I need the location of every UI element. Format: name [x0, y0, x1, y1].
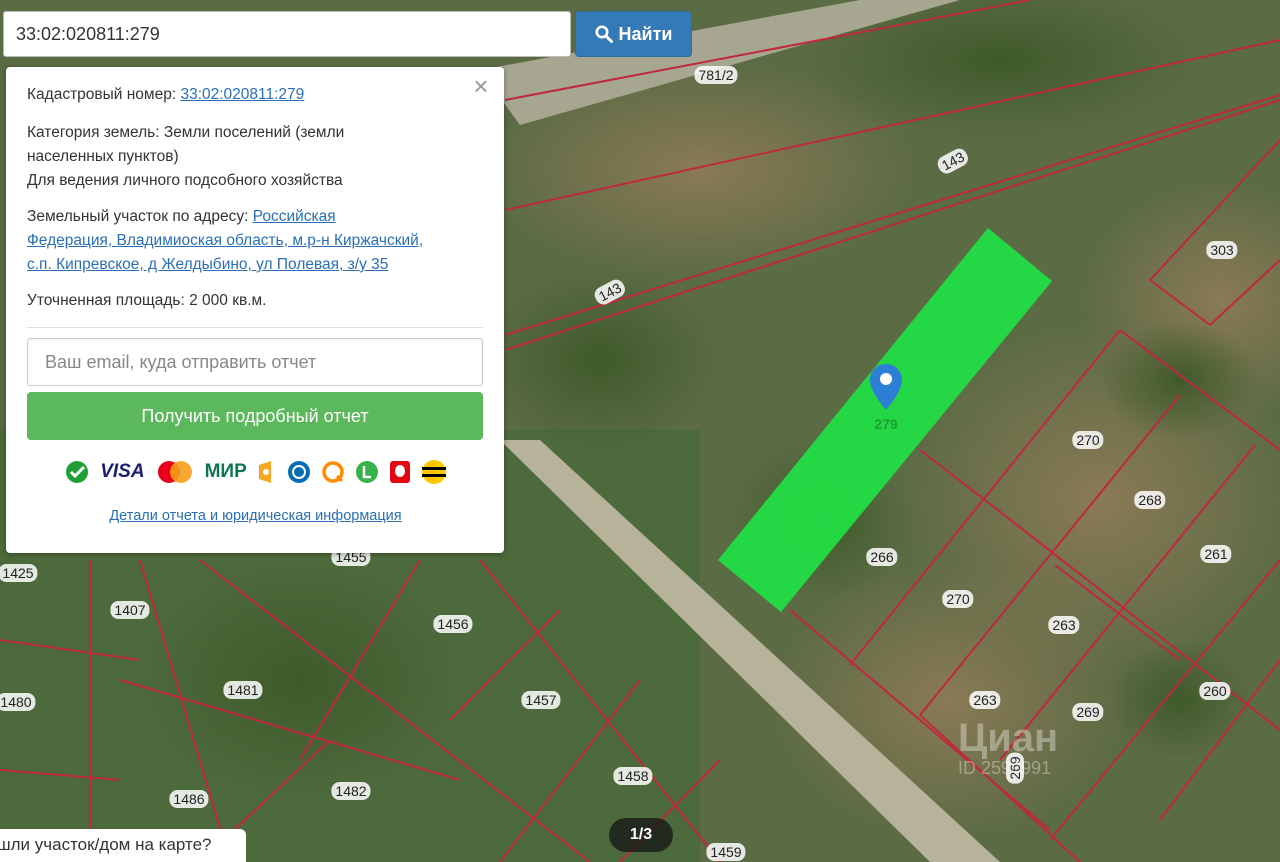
mts-icon	[389, 459, 411, 485]
parcel-label: 1425	[0, 564, 38, 582]
visa-icon: VISA	[100, 461, 145, 482]
address-link-line2[interactable]: Федерация, Владимиоская область, м.р-н К…	[27, 232, 423, 249]
parcel-label: 263	[969, 691, 1001, 709]
parcel-label: 260	[1199, 682, 1231, 700]
parcel-label: 1407	[110, 601, 150, 619]
sber-icon	[64, 459, 90, 485]
parcel-label: 1457	[521, 691, 561, 709]
parcel-label: 261	[1200, 545, 1232, 563]
parcel-label: 268	[1134, 491, 1166, 509]
yandex-money-icon	[257, 459, 277, 485]
parcel-label: 1486	[169, 790, 209, 808]
parcel-label: 1480	[0, 693, 36, 711]
parcel-label: 1456	[433, 615, 473, 633]
selected-parcel-label: 279	[874, 416, 898, 432]
parcel-label: 270	[942, 590, 974, 608]
map-pin-icon[interactable]	[868, 362, 904, 412]
parcel-label: 303	[1206, 241, 1238, 259]
parcel-label: 781/2	[694, 66, 738, 84]
parcel-label: 263	[1048, 616, 1080, 634]
photo-counter: 1/3	[609, 818, 673, 852]
cadastral-number-link[interactable]: 33:02:020811:279	[180, 86, 304, 103]
close-icon[interactable]: ×	[470, 73, 492, 99]
parcel-label: 1458	[613, 767, 653, 785]
beeline-icon	[421, 459, 447, 485]
category-value-cont: населенных пунктов)	[27, 148, 179, 165]
found-parcel-button[interactable]: шли участок/дом на карте?	[0, 829, 246, 862]
watermark-id: ID 2597991	[958, 758, 1052, 778]
parcel-label: 266	[866, 548, 898, 566]
search-button-label: Найти	[618, 23, 673, 44]
mastercard-icon	[155, 459, 195, 485]
search-input[interactable]	[3, 11, 571, 57]
category-value: Земли поселений (земли	[163, 124, 345, 141]
category-label: Категория земель:	[27, 124, 160, 141]
address-label: Земельный участок по адресу:	[27, 208, 249, 225]
parcel-info-panel: × Кадастровый номер: 33:02:020811:279 Ка…	[6, 67, 504, 553]
search-button[interactable]: Найти	[575, 11, 692, 57]
cadastral-label: Кадастровый номер:	[27, 86, 177, 103]
email-input[interactable]	[27, 338, 483, 386]
cadastral-number-row: Кадастровый номер: 33:02:020811:279	[27, 83, 484, 107]
parcel-label: 269	[1072, 703, 1104, 721]
qiwi-icon	[321, 459, 345, 485]
report-details-link[interactable]: Детали отчета и юридическая информация	[27, 504, 484, 528]
address-link-line3[interactable]: с.п. Кипревское, д Желдыбино, ул Полевая…	[27, 256, 388, 273]
parcel-label: 1481	[223, 681, 263, 699]
area-value: 2 000 кв.м.	[189, 292, 267, 309]
get-report-button[interactable]: Получить подробный отчет	[27, 392, 483, 440]
parcel-label: 1482	[331, 782, 371, 800]
area-label: Уточненная площадь:	[27, 292, 185, 309]
address-link[interactable]: Российская	[253, 208, 336, 225]
search-icon	[595, 25, 613, 43]
terminal-icon	[355, 459, 379, 485]
parcel-label: 1459	[706, 843, 746, 861]
watermark-logo: Циан	[958, 716, 1059, 760]
mir-icon: МИР	[204, 461, 247, 482]
land-usage: Для ведения личного подсобного хозяйства	[27, 172, 343, 189]
parcel-label: 270	[1072, 431, 1104, 449]
divider	[27, 327, 483, 328]
address-row: Земельный участок по адресу: Российская …	[27, 205, 484, 277]
found-parcel-label: шли участок/дом на карте?	[0, 835, 212, 854]
webmoney-icon	[287, 459, 311, 485]
payment-methods: VISA МИР	[27, 457, 484, 487]
area-row: Уточненная площадь: 2 000 кв.м.	[27, 289, 484, 313]
land-category-row: Категория земель: Земли поселений (земли…	[27, 121, 484, 193]
